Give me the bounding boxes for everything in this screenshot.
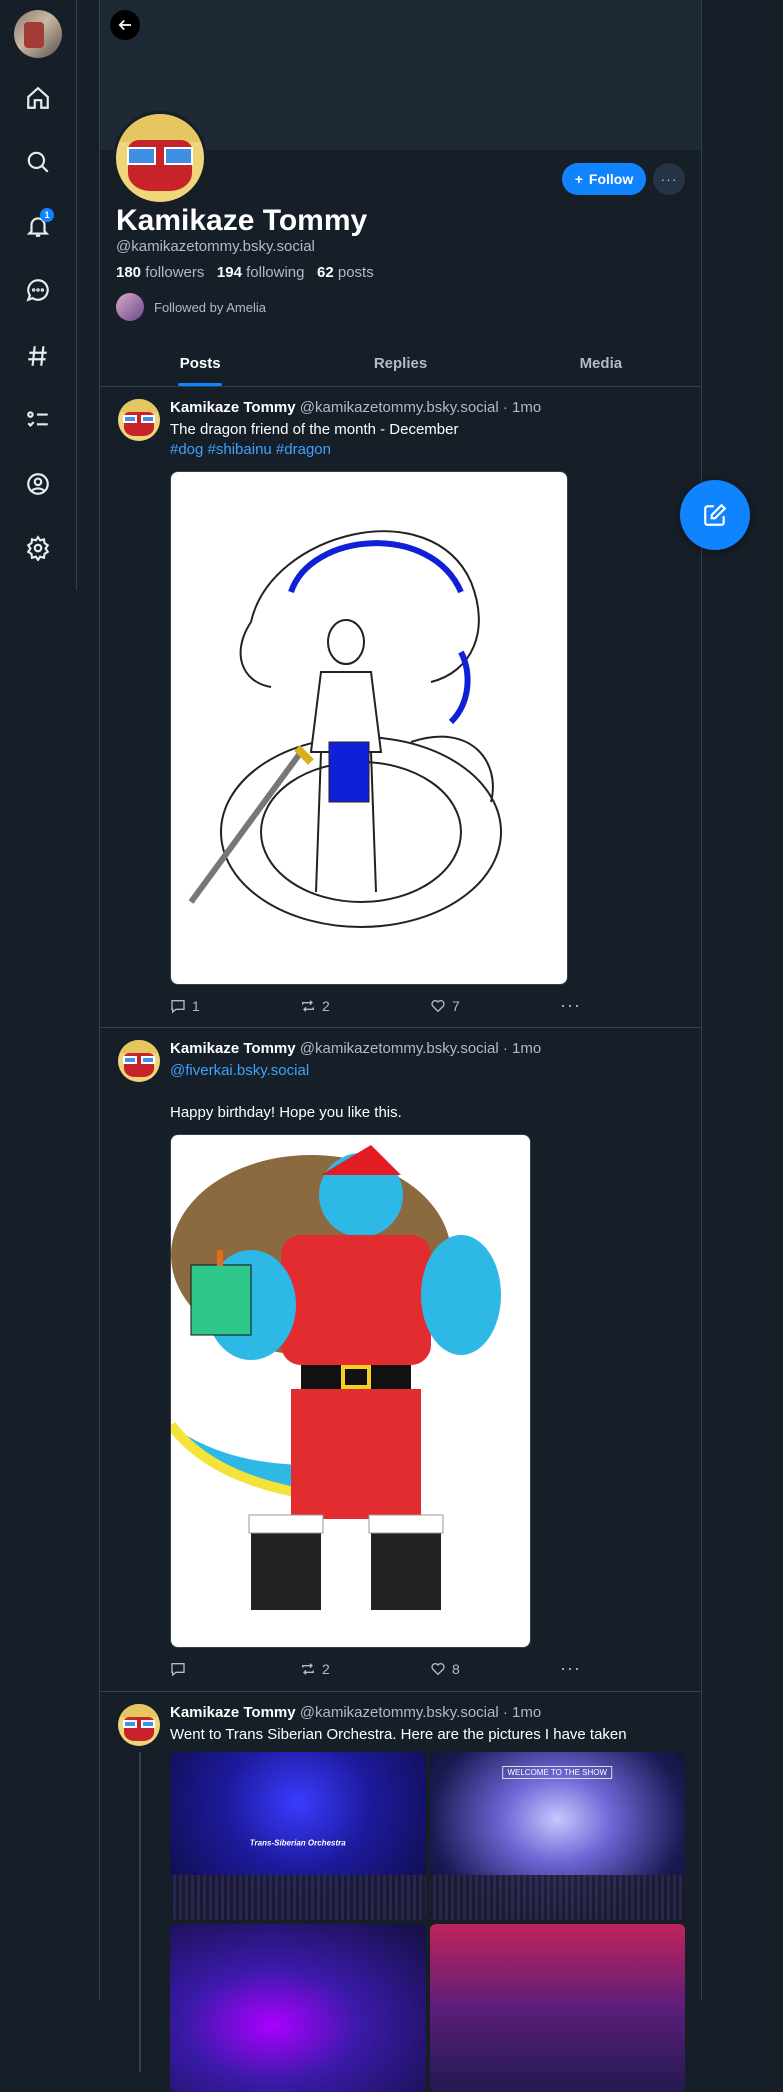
nav-chat[interactable] [18,270,58,310]
like-button[interactable]: 8 [430,1661,560,1677]
repost-icon [302,1662,314,1675]
follower-avatar [116,293,144,321]
repost-icon [302,999,314,1012]
post-header: Kamikaze Tommy @kamikazetommy.bsky.socia… [170,1704,541,1721]
post-actions: 1 2 7 ··· [170,995,581,1016]
post-author[interactable]: Kamikaze Tommy [170,1040,296,1057]
followers-link[interactable]: 180 followers [116,264,204,281]
santa-dragon-artwork-image [171,1145,501,1610]
ellipsis-icon: ··· [660,171,678,187]
nav-profile[interactable] [18,464,58,504]
post-hashtags[interactable]: #dog #shibainu #dragon [170,441,331,458]
nav-home[interactable] [18,78,58,118]
stage-banner: Trans-Siberian Orchestra [249,1838,346,1848]
search-icon [27,151,49,173]
post-image[interactable]: Trans-Siberian Orchestra [170,1752,426,1920]
heart-icon [431,1662,445,1675]
following-link[interactable]: 194 following [217,264,305,281]
post-image[interactable] [429,1924,685,2092]
post-actions: 2 8 ··· [170,1658,581,1679]
post-author[interactable]: Kamikaze Tommy [170,1704,296,1721]
profile-handle: @kamikazetommy.bsky.social [116,238,315,255]
reply-button[interactable] [170,1661,300,1677]
post-time: · 1mo [502,399,542,416]
post-header: Kamikaze Tommy @kamikazetommy.bsky.socia… [170,399,541,416]
tab-posts[interactable]: Posts [100,340,300,386]
reply-button[interactable]: 1 [170,998,300,1014]
post-mention[interactable]: @fiverkai.bsky.social [170,1062,309,1079]
thread-line [139,1752,141,2072]
post-text: The dragon friend of the month - Decembe… [170,421,459,438]
account-avatar[interactable] [14,10,62,58]
plus-icon: + [574,171,583,187]
repost-button[interactable]: 2 [300,1661,430,1677]
display-name: Kamikaze Tommy [116,204,368,237]
post-image[interactable] [170,471,568,985]
post-item[interactable]: Kamikaze Tommy @kamikazetommy.bsky.socia… [100,1028,701,1692]
post-image[interactable] [170,1134,531,1648]
nav-search[interactable] [18,142,58,182]
followed-by-text: Followed by Amelia [154,299,266,315]
nav-settings[interactable] [18,528,58,568]
profile-tabs: Posts Replies Media [100,340,701,387]
post-image-grid: Trans-Siberian Orchestra WELCOME TO THE … [170,1752,685,2092]
post-header: Kamikaze Tommy @kamikazetommy.bsky.socia… [170,1040,541,1057]
profile-avatar[interactable] [113,111,207,205]
post-handle[interactable]: @kamikazetommy.bsky.social [300,1704,499,1721]
like-button[interactable]: 7 [430,998,560,1014]
ellipsis-icon: ··· [560,1658,581,1678]
profile-more-button[interactable]: ··· [653,163,685,195]
post-author-avatar[interactable] [118,399,160,441]
nav-lists[interactable] [18,400,58,440]
follow-button[interactable]: + Follow [562,163,646,195]
stage-sign: WELCOME TO THE SHOW [502,1766,613,1779]
hashtag-icon [28,346,47,366]
post-text: Happy birthday! Hope you like this. [170,1104,402,1121]
home-icon [27,86,49,109]
nav-notifications[interactable]: 1 [18,206,58,246]
post-handle[interactable]: @kamikazetommy.bsky.social [300,399,499,416]
ellipsis-icon: ··· [560,995,581,1015]
followed-by[interactable]: Followed by Amelia [116,293,266,321]
left-nav: 1 [0,0,77,590]
post-handle[interactable]: @kamikazetommy.bsky.social [300,1040,499,1057]
pencil-square-icon [704,503,727,526]
post-author-avatar[interactable] [118,1704,160,1746]
heart-icon [431,999,445,1012]
dragon-artwork-image [188,530,502,928]
notifications-badge: 1 [40,208,54,222]
comment-icon [171,1662,185,1676]
post-time: · 1mo [502,1704,542,1721]
post-author[interactable]: Kamikaze Tommy [170,399,296,416]
follow-label: Follow [588,171,634,187]
gear-icon [26,535,50,561]
list-icon [27,411,48,427]
post-item[interactable]: Kamikaze Tommy @kamikazetommy.bsky.socia… [100,387,701,1028]
arrow-left-icon [118,19,131,31]
profile-column: + Follow ··· Kamikaze Tommy @kamikazetom… [99,0,702,2092]
compose-button[interactable] [680,480,750,550]
post-image[interactable] [170,1924,426,2092]
nav-feeds[interactable] [18,336,58,376]
comment-icon [171,999,185,1013]
profile-icon [27,473,49,495]
chat-icon [26,279,49,302]
back-button[interactable] [110,10,140,40]
repost-button[interactable]: 2 [300,998,430,1014]
tab-media[interactable]: Media [501,340,701,386]
post-time: · 1mo [502,1040,542,1057]
post-more-button[interactable]: ··· [560,1658,581,1679]
post-author-avatar[interactable] [118,1040,160,1082]
post-image[interactable]: WELCOME TO THE SHOW [429,1752,685,1920]
profile-stats: 180 followers 194 following 62 posts [116,264,374,281]
post-text: Went to Trans Siberian Orchestra. Here a… [170,1726,627,1743]
posts-count: 62 posts [317,264,374,281]
tab-replies[interactable]: Replies [300,340,500,386]
post-more-button[interactable]: ··· [560,995,581,1016]
post-item[interactable]: Kamikaze Tommy @kamikazetommy.bsky.socia… [100,1692,701,2092]
